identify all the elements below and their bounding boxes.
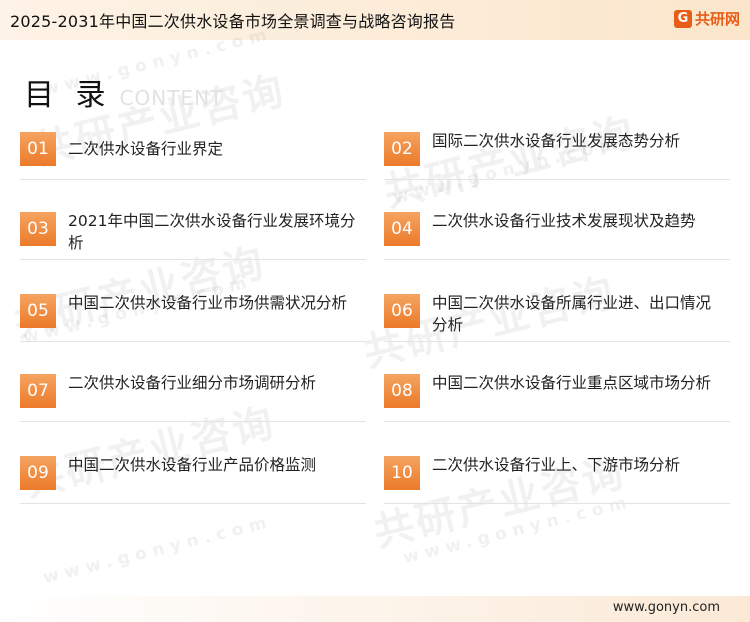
toc-number-badge: 03 [20, 212, 56, 246]
toc-divider [384, 341, 730, 342]
toc-item-label: 2021年中国二次供水设备行业发展环境分析 [68, 212, 356, 252]
toc-number-badge: 10 [384, 456, 420, 490]
brand-name: 共研网 [694, 10, 740, 28]
toc-divider [20, 503, 366, 504]
toc-item[interactable]: 10 二次供水设备行业上、下游市场分析 [384, 456, 730, 532]
toc-item[interactable]: 01 二次供水设备行业界定 [20, 132, 366, 208]
toc-item-label: 二次供水设备行业技术发展现状及趋势 [432, 212, 696, 230]
toc-divider [20, 259, 366, 260]
brand-logo-icon: G [673, 9, 692, 28]
toc-item-label: 中国二次供水设备行业重点区域市场分析 [432, 374, 712, 392]
toc-number-badge: 05 [20, 294, 56, 328]
toc-divider [384, 179, 730, 180]
toc-number-badge: 04 [384, 212, 420, 246]
brand: G 共研网 [673, 8, 740, 29]
toc-item[interactable]: 03 2021年中国二次供水设备行业发展环境分析 [20, 212, 366, 288]
page-footer: www.gonyn.com [0, 596, 750, 622]
toc-number-badge: 06 [384, 294, 420, 328]
toc-divider [20, 421, 366, 422]
toc-divider [20, 179, 366, 180]
toc-item[interactable]: 04 二次供水设备行业技术发展现状及趋势 [384, 212, 730, 288]
report-header: 2025-2031年中国二次供水设备市场全景调查与战略咨询报告 G 共研网 [0, 0, 750, 40]
toc-number-badge: 01 [20, 132, 56, 166]
toc-item[interactable]: 05 中国二次供水设备行业市场供需状况分析 [20, 294, 366, 370]
toc-item[interactable]: 06 中国二次供水设备所属行业进、出口情况分析 [384, 294, 730, 370]
toc-number-badge: 08 [384, 374, 420, 408]
toc-item-label: 二次供水设备行业上、下游市场分析 [432, 456, 681, 474]
toc-item[interactable]: 02 国际二次供水设备行业发展态势分析 [384, 132, 730, 208]
toc-item[interactable]: 08 中国二次供水设备行业重点区域市场分析 [384, 374, 730, 450]
toc-item[interactable]: 09 中国二次供水设备行业产品价格监测 [20, 456, 366, 532]
toc-divider [20, 341, 366, 342]
toc-item-label: 国际二次供水设备行业发展态势分析 [432, 132, 681, 150]
section-heading: 目 录 CONTENT [24, 70, 223, 114]
toc-number-badge: 09 [20, 456, 56, 490]
toc-item-label: 中国二次供水设备行业产品价格监测 [68, 456, 317, 474]
toc-number-badge: 07 [20, 374, 56, 408]
toc-item[interactable]: 07 二次供水设备行业细分市场调研分析 [20, 374, 366, 450]
toc-item-label: 二次供水设备行业界定 [68, 140, 224, 158]
heading-title-en: CONTENT [119, 86, 224, 110]
toc-divider [384, 259, 730, 260]
toc-divider [384, 503, 730, 504]
report-title: 2025-2031年中国二次供水设备市场全景调查与战略咨询报告 [10, 12, 456, 31]
toc-item-label: 中国二次供水设备所属行业进、出口情况分析 [432, 294, 712, 334]
toc-number-badge: 02 [384, 132, 420, 166]
toc-item-label: 中国二次供水设备行业市场供需状况分析 [68, 294, 348, 312]
heading-title-cn: 目 录 [24, 78, 112, 113]
toc-divider [384, 421, 730, 422]
toc-item-label: 二次供水设备行业细分市场调研分析 [68, 374, 317, 392]
footer-url[interactable]: www.gonyn.com [613, 600, 720, 615]
